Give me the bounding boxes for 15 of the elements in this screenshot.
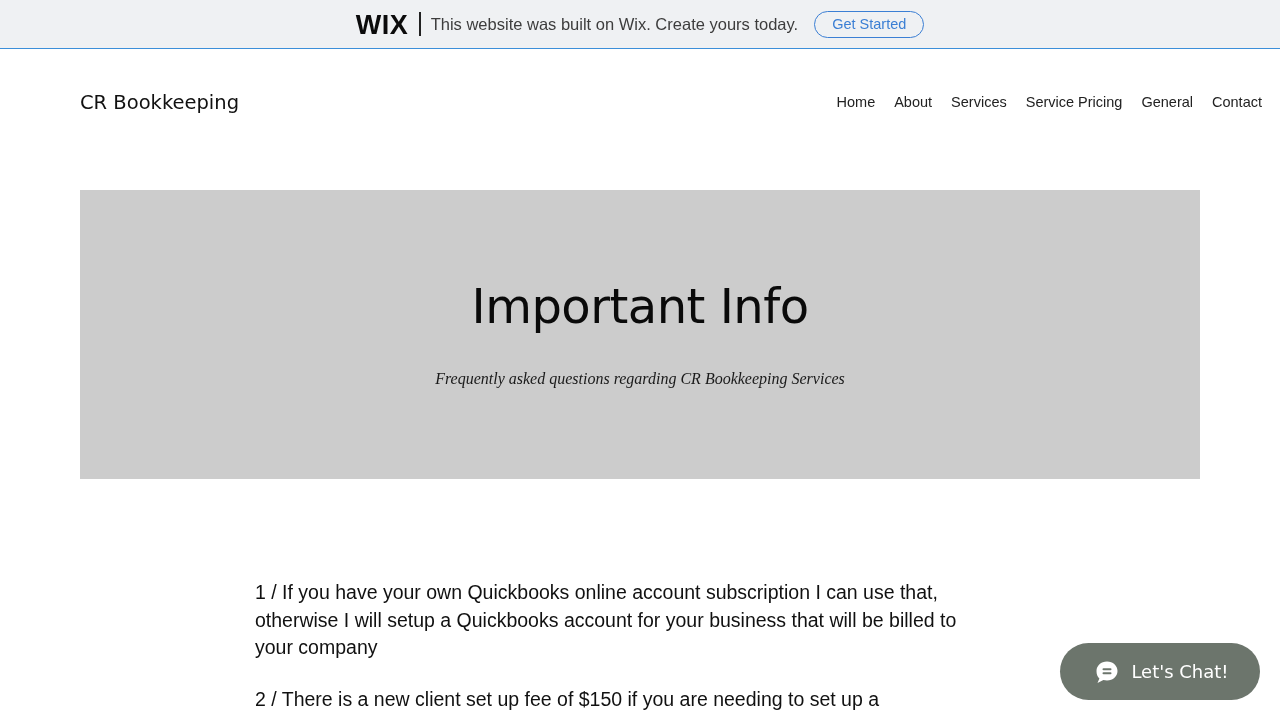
hero-subtitle: Frequently asked questions regarding CR Bookkeeping Services: [435, 370, 845, 388]
wix-logo: WIX: [355, 12, 409, 37]
site-title: CR Bookkeeping: [80, 90, 240, 114]
chat-button[interactable]: Let's Chat!: [1060, 643, 1260, 700]
faq-paragraph: 2 / There is a new client set up fee of $150 if you are needing to set up a: [255, 686, 881, 712]
hero-title: Important Info: [471, 277, 809, 336]
nav-link[interactable]: Contact: [1212, 94, 1262, 110]
chat-bubble-icon: [1095, 659, 1120, 684]
nav-link[interactable]: Home: [836, 94, 876, 110]
nav-link[interactable]: Services: [951, 94, 1007, 110]
faq-paragraph: 1 / If you have your own Quickbooks online account subscription I can use that, otherwise I will setup a Quickbooks account for your business that will be billed to your company: [255, 580, 958, 660]
nav-link[interactable]: About: [894, 94, 933, 110]
nav-link[interactable]: Service Pricing: [1025, 94, 1123, 110]
nav-link[interactable]: General: [1141, 94, 1193, 110]
banner-message: This website was built on Wix. Create yours today.: [430, 14, 799, 34]
